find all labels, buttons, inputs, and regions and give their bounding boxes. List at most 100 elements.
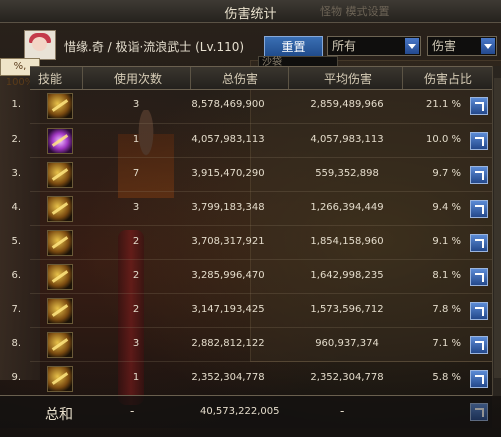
- skill-spiral-icon: [47, 196, 73, 222]
- share-icon[interactable]: [470, 132, 488, 150]
- total-damage-cell: 3,799,183,348: [191, 202, 265, 213]
- total-damage-cell: 3,708,317,921: [191, 236, 265, 247]
- table-row[interactable]: 2. 1 4,057,983,113 4,057,983,113 10.0 %: [11, 124, 492, 157]
- share-icon[interactable]: [470, 200, 488, 218]
- uses-cell: 2: [132, 236, 140, 247]
- total-row: 总和 - 40,573,222,005 -: [0, 395, 492, 428]
- share-icon[interactable]: [470, 302, 488, 320]
- column-divider: [288, 67, 289, 89]
- uses-cell: 2: [132, 270, 140, 281]
- total-damage-sum: 40,573,222,005: [200, 406, 280, 417]
- row-index: 7.: [11, 304, 21, 315]
- share-icon[interactable]: [470, 336, 488, 354]
- total-damage-cell: 3,285,996,470: [191, 270, 265, 281]
- uses-cell: 1: [132, 372, 140, 383]
- total-damage-cell: 3,915,470,290: [191, 168, 265, 179]
- filter-dropdown[interactable]: 所有: [327, 36, 421, 56]
- average-damage-cell: 1,573,596,712: [310, 304, 384, 315]
- table-row[interactable]: 9. 1 2,352,304,778 2,352,304,778 5.8 %: [11, 362, 492, 395]
- total-average-cell: -: [340, 404, 345, 418]
- damage-share-cell: 9.1 %: [432, 236, 461, 247]
- table-row[interactable]: 1. 3 8,578,469,900 2,859,489,966 21.1 %: [11, 89, 492, 122]
- type-dropdown[interactable]: 伤害: [427, 36, 497, 56]
- uses-cell: 3: [132, 338, 140, 349]
- chevron-down-icon[interactable]: [481, 38, 495, 54]
- average-damage-cell: 559,352,898: [315, 168, 379, 179]
- column-header-total[interactable]: 总伤害: [200, 70, 280, 87]
- skill-purple-burst-icon: [47, 128, 73, 154]
- skill-cross-slash-icon: [47, 264, 73, 290]
- column-divider: [190, 67, 191, 89]
- share-icon[interactable]: [470, 370, 488, 388]
- skill-slash-icon: [47, 93, 73, 119]
- damage-share-cell: 9.7 %: [432, 168, 461, 179]
- chevron-down-icon[interactable]: [405, 38, 419, 54]
- table-row[interactable]: 3. 7 3,915,470,290 559,352,898 9.7 %: [11, 158, 492, 191]
- average-damage-cell: 4,057,983,113: [310, 134, 384, 145]
- uses-cell: 2: [132, 304, 140, 315]
- share-icon[interactable]: [470, 234, 488, 252]
- damage-stats-window: 怪物 模式设置 伤害统计 %, 100% 惜缘.奇 / 极诣·流浪武士 (Lv.…: [0, 0, 501, 437]
- avatar-face: [32, 37, 47, 51]
- damage-share-cell: 9.4 %: [432, 202, 461, 213]
- average-damage-cell: 2,352,304,778: [310, 372, 384, 383]
- share-icon[interactable]: [470, 403, 488, 421]
- table-row[interactable]: 8. 3 2,882,812,122 960,937,374 7.1 %: [11, 328, 492, 361]
- character-name: 惜缘.奇 / 极诣·流浪武士 (Lv.110): [64, 40, 245, 54]
- table-scrollbar[interactable]: [492, 66, 501, 396]
- window-titlebar[interactable]: 怪物 模式设置 伤害统计: [0, 0, 501, 23]
- table-row[interactable]: 5. 2 3,708,317,921 1,854,158,960 9.1 %: [11, 226, 492, 259]
- column-header-share[interactable]: 伤害占比: [408, 70, 488, 87]
- row-index: 5.: [11, 236, 21, 247]
- table-header: 技能 使用次数 总伤害 平均伤害 伤害占比: [30, 66, 492, 90]
- column-divider: [82, 67, 83, 89]
- total-damage-cell: 3,147,193,425: [191, 304, 265, 315]
- row-index: 4.: [11, 202, 21, 213]
- row-index: 6.: [11, 270, 21, 281]
- filter-dropdown-value: 所有: [332, 39, 357, 53]
- damage-share-cell: 7.1 %: [432, 338, 461, 349]
- average-damage-cell: 960,937,374: [315, 338, 379, 349]
- skill-star-icon: [47, 332, 73, 358]
- average-damage-cell: 1,854,158,960: [310, 236, 384, 247]
- average-damage-cell: 1,642,998,235: [310, 270, 384, 281]
- row-index: 9.: [11, 372, 21, 383]
- total-label: 总和: [45, 407, 73, 423]
- skill-arc-icon: [47, 298, 73, 324]
- table-row[interactable]: 4. 3 3,799,183,348 1,266,394,449 9.4 %: [11, 192, 492, 225]
- uses-cell: 3: [132, 99, 140, 110]
- table-row[interactable]: 6. 2 3,285,996,470 1,642,998,235 8.1 %: [11, 260, 492, 293]
- scrollbar-thumb[interactable]: [494, 78, 501, 378]
- total-damage-cell: 2,352,304,778: [191, 372, 265, 383]
- damage-share-cell: 10.0 %: [426, 134, 461, 145]
- share-icon[interactable]: [470, 268, 488, 286]
- damage-share-cell: 21.1 %: [426, 99, 461, 110]
- uses-cell: 1: [132, 134, 140, 145]
- total-damage-cell: 8,578,469,900: [191, 99, 265, 110]
- row-index: 1.: [11, 99, 21, 110]
- skill-thrust-icon: [47, 230, 73, 256]
- share-icon[interactable]: [470, 97, 488, 115]
- column-header-average[interactable]: 平均伤害: [298, 70, 398, 87]
- total-damage-cell: 2,882,812,122: [191, 338, 265, 349]
- row-index: 3.: [11, 168, 21, 179]
- average-damage-cell: 1,266,394,449: [310, 202, 384, 213]
- uses-cell: 7: [132, 168, 140, 179]
- share-icon[interactable]: [470, 166, 488, 184]
- column-header-uses[interactable]: 使用次数: [98, 70, 178, 87]
- row-index: 2.: [11, 134, 21, 145]
- total-damage-cell: 4,057,983,113: [191, 134, 265, 145]
- skill-golden-wave-icon: [47, 162, 73, 188]
- row-index: 8.: [11, 338, 21, 349]
- window-title: 伤害统计: [224, 7, 277, 22]
- total-uses-cell: -: [130, 404, 135, 418]
- column-divider: [402, 67, 403, 89]
- uses-cell: 3: [132, 202, 140, 213]
- damage-share-cell: 8.1 %: [432, 270, 461, 281]
- damage-share-cell: 5.8 %: [432, 372, 461, 383]
- column-header-skill[interactable]: 技能: [32, 70, 68, 87]
- type-dropdown-value: 伤害: [432, 39, 457, 53]
- average-damage-cell: 2,859,489,966: [310, 99, 384, 110]
- table-row[interactable]: 7. 2 3,147,193,425 1,573,596,712 7.8 %: [11, 294, 492, 327]
- reset-button[interactable]: 重置: [264, 36, 323, 58]
